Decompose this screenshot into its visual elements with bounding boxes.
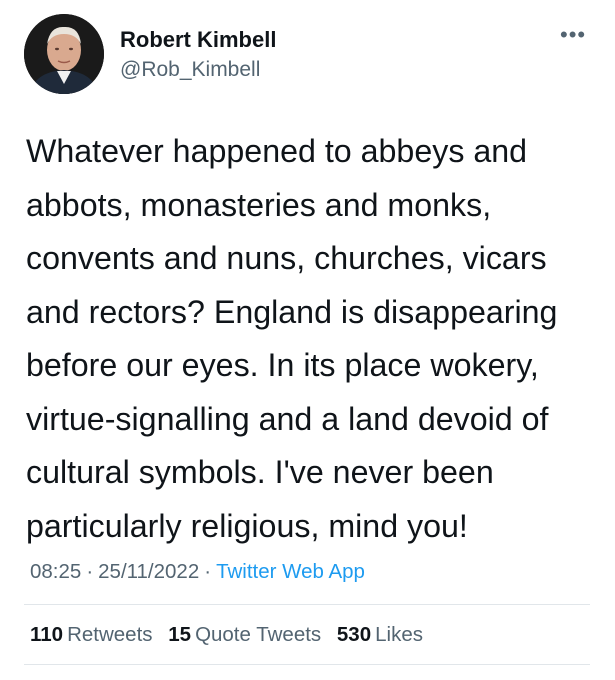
meta-separator: ·: [86, 560, 94, 583]
profile-photo-icon: [24, 14, 104, 94]
quote-tweets-label: Quote Tweets: [195, 623, 322, 646]
quote-tweets-stat[interactable]: 15 Quote Tweets: [168, 623, 321, 647]
divider: [24, 664, 590, 665]
tweet-text: Whatever happened to abbeys and abbots, …: [26, 133, 558, 544]
meta-separator: ·: [204, 560, 212, 583]
tweet-time[interactable]: 08:25: [30, 560, 81, 583]
divider: [24, 604, 590, 605]
likes-label: Likes: [375, 623, 423, 646]
engagement-stats: 110 Retweets 15 Quote Tweets 530 Likes: [30, 623, 433, 647]
likes-count: 530: [336, 623, 372, 646]
likes-stat[interactable]: 530 Likes: [337, 623, 423, 647]
more-options-icon[interactable]: •••: [560, 22, 586, 48]
quote-tweets-count: 15: [168, 623, 192, 646]
author-name[interactable]: Robert Kimbell: [120, 27, 276, 53]
avatar[interactable]: [24, 14, 104, 94]
source-app-link[interactable]: Twitter Web App: [216, 560, 365, 583]
tweet-meta: 08:25 · 25/11/2022 · Twitter Web App: [30, 560, 365, 584]
retweets-label: Retweets: [67, 623, 153, 646]
tweet-date[interactable]: 25/11/2022: [98, 560, 199, 583]
retweets-stat[interactable]: 110 Retweets: [30, 623, 153, 647]
retweets-count: 110: [30, 623, 64, 646]
tweet-header: Robert Kimbell @Rob_Kimbell •••: [0, 0, 615, 110]
author-handle[interactable]: @Rob_Kimbell: [120, 58, 260, 82]
